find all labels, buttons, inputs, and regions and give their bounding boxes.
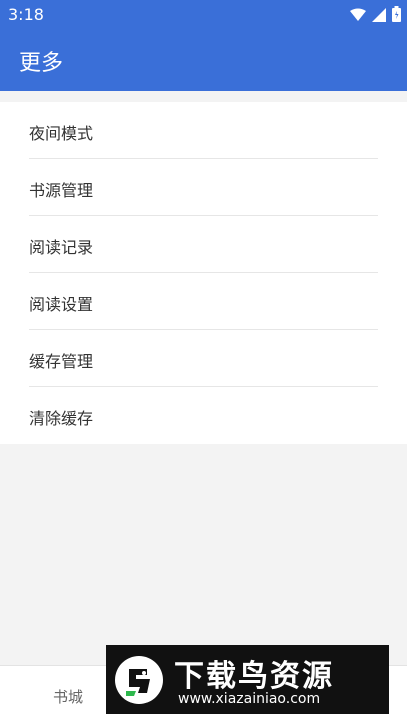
bird-logo-icon <box>114 655 164 705</box>
page-title: 更多 <box>19 51 64 76</box>
menu-item-label: 夜间模式 <box>29 124 94 143</box>
battery-icon <box>392 6 401 26</box>
menu-item-reading-settings[interactable]: 阅读设置 <box>29 273 378 330</box>
watermark-url: www.xiazainiao.com <box>178 691 321 707</box>
menu-item-clear-cache[interactable]: 清除缓存 <box>29 387 378 444</box>
menu-item-reading-history[interactable]: 阅读记录 <box>29 216 378 273</box>
wifi-icon <box>350 7 366 26</box>
watermark-title: 下载鸟资源 <box>174 659 334 694</box>
menu-item-cache-management[interactable]: 缓存管理 <box>29 330 378 387</box>
menu-item-label: 阅读记录 <box>29 238 94 257</box>
status-bar: 3:18 <box>0 0 407 28</box>
app-bar: 更多 <box>0 28 407 91</box>
menu-item-label: 书源管理 <box>29 181 94 200</box>
status-icons <box>350 6 401 26</box>
menu-item-night-mode[interactable]: 夜间模式 <box>29 102 378 159</box>
nav-item-bookstore[interactable]: 书城 <box>53 686 83 707</box>
watermark-banner: 下载鸟资源 www.xiazainiao.com <box>106 645 389 714</box>
signal-icon <box>372 7 386 26</box>
menu-item-label: 阅读设置 <box>29 295 94 314</box>
menu-item-source-management[interactable]: 书源管理 <box>29 159 378 216</box>
more-menu: 夜间模式 书源管理 阅读记录 阅读设置 缓存管理 清除缓存 <box>0 102 407 444</box>
status-time: 3:18 <box>8 5 44 24</box>
menu-item-label: 清除缓存 <box>29 409 94 428</box>
menu-item-label: 缓存管理 <box>29 352 94 371</box>
